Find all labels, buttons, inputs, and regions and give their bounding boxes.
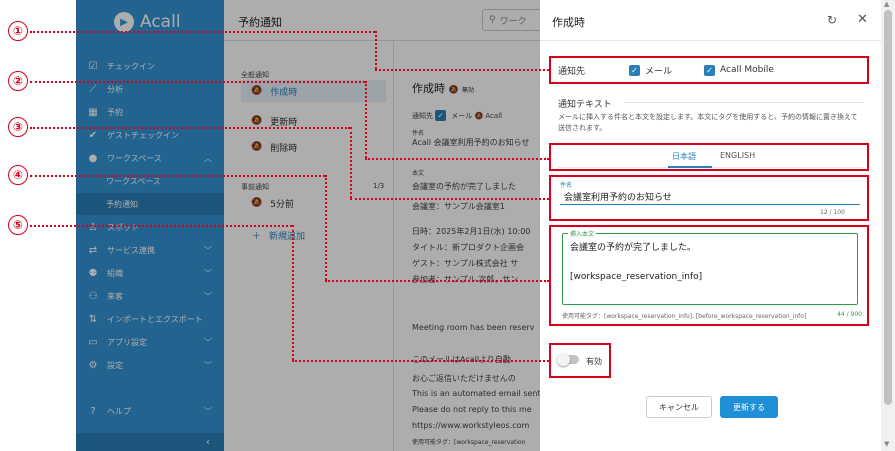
callout-2: ② [8,71,28,91]
connector-5b [292,225,294,360]
connector-4c [325,280,549,282]
connector-2b [365,81,367,158]
annotation-box-2 [549,143,869,171]
scrollbar[interactable]: ▲ ▼ [881,0,895,451]
divider [540,40,881,41]
notification-text-description: メールに挿入する件名と本文を設定します。本文にタグを使用すると、予約の情報に置き… [558,113,858,132]
screenshot-root: ① ② ③ ④ ⑤ ▶ Acall ☑ チェックイン ⟋ 分析 ▦ 予約 ✔ ゲストチェ… [0,0,895,451]
callout-1: ① [8,21,28,41]
annotation-box-4 [549,225,869,326]
cancel-button[interactable]: キャンセル [646,396,712,418]
annotation-box-1 [549,56,869,84]
divider [624,102,864,103]
annotation-box-3 [549,175,869,221]
connector-1c [375,69,549,71]
update-button[interactable]: 更新する [720,396,778,418]
connector-2a [30,81,365,83]
scroll-up-icon[interactable]: ▲ [884,0,889,8]
close-icon[interactable]: ✕ [857,12,868,27]
callout-5: ⑤ [8,215,28,235]
refresh-icon[interactable]: ↻ [827,13,837,27]
connector-5a [30,225,292,227]
connector-2c [365,158,549,160]
callout-3: ③ [8,117,28,137]
dialog-title: 作成時 [552,16,585,29]
connector-3c [350,198,549,200]
connector-4b [325,175,327,280]
notification-text-title: 通知テキスト [558,100,612,110]
annotation-box-5 [549,343,611,378]
connector-5c [292,360,549,362]
scroll-down-icon[interactable]: ▼ [884,440,889,448]
connector-3a [30,127,350,129]
connector-3b [350,127,352,198]
connector-1b [375,31,377,69]
callout-4: ④ [8,165,28,185]
scroll-thumb[interactable] [884,10,892,405]
connector-1a [30,31,375,33]
connector-4a [30,175,325,177]
